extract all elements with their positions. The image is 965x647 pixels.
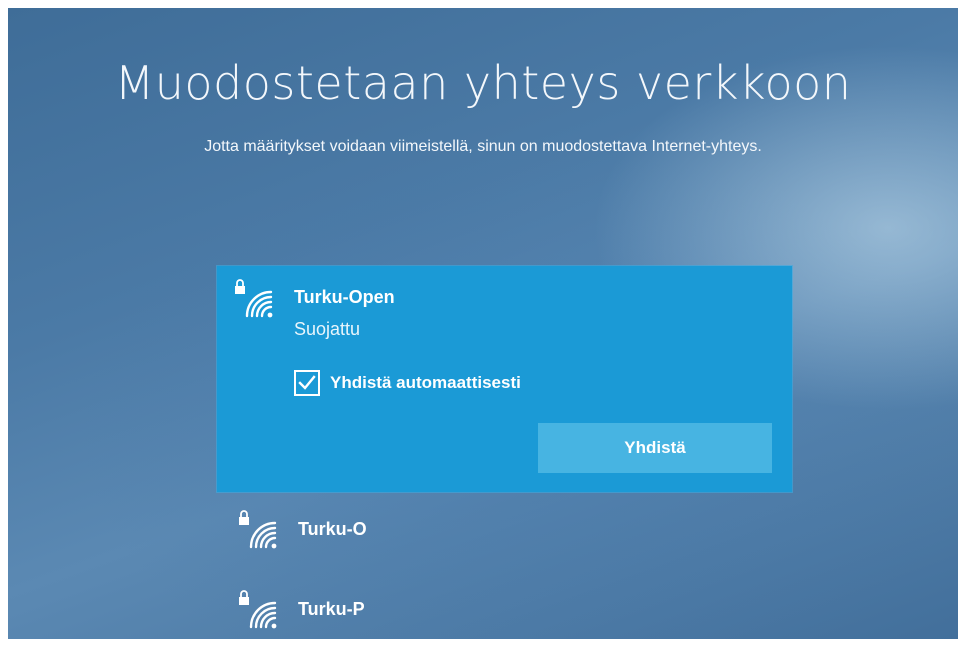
wifi-secured-icon	[237, 509, 277, 549]
wifi-secured-icon	[237, 589, 277, 629]
network-name: Turku-P	[298, 599, 365, 619]
network-item-turku-o[interactable]: Turku-O	[217, 492, 792, 572]
connect-button[interactable]: Yhdistä	[538, 423, 772, 473]
checkmark-icon	[298, 375, 316, 390]
network-name: Turku-O	[298, 519, 367, 539]
page-subtitle: Jotta määritykset voidaan viimeistellä, …	[204, 138, 762, 155]
oobe-network-screen: Muodostetaan yhteys verkkoon Jotta määri…	[8, 8, 958, 639]
network-status: Suojattu	[294, 319, 361, 339]
auto-connect-option[interactable]: Yhdistä automaattisesti	[294, 368, 521, 398]
auto-connect-checkbox[interactable]	[294, 370, 320, 396]
page-title: Muodostetaan yhteys verkkoon	[114, 56, 852, 110]
network-name: Turku-Open	[294, 287, 395, 307]
auto-connect-label: Yhdistä automaattisesti	[330, 373, 521, 392]
network-item-turku-p[interactable]: Turku-P	[217, 572, 792, 639]
wifi-secured-icon	[233, 278, 273, 318]
network-item-turku-open[interactable]: Turku-Open Suojattu Yhdistä automaattise…	[217, 266, 792, 492]
network-list: Turku-Open Suojattu Yhdistä automaattise…	[217, 266, 792, 639]
